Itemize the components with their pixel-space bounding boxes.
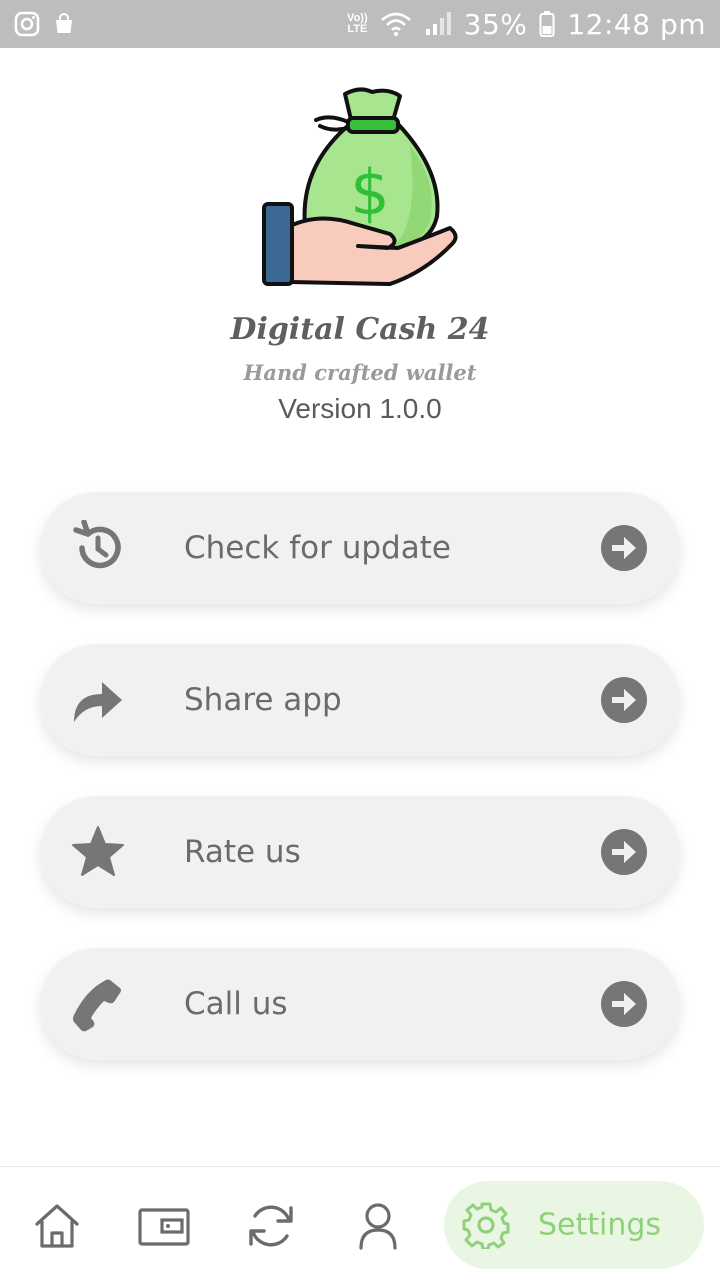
bottom-nav: Settings	[0, 1166, 720, 1280]
battery-icon	[539, 11, 555, 37]
app-subtitle: Hand crafted wallet	[243, 360, 477, 385]
menu-item-label: Check for update	[184, 530, 451, 566]
status-bar: Vo)) LTE 35% 12:48 pm	[0, 0, 720, 48]
app-title: Digital Cash 24	[230, 312, 490, 347]
status-right: Vo)) LTE 35% 12:48 pm	[347, 8, 706, 41]
money-bag-hand-logo: $	[262, 87, 458, 286]
menu-item-label: Share app	[184, 682, 342, 718]
sync-icon[interactable]	[245, 1200, 297, 1252]
menu-item-label: Call us	[184, 986, 288, 1022]
call-us-button[interactable]: Call us	[40, 948, 680, 1060]
phone-icon	[73, 979, 121, 1032]
volte-indicator: Vo)) LTE	[347, 13, 368, 35]
instagram-icon	[14, 11, 40, 37]
check-for-update-button[interactable]: Check for update	[40, 492, 680, 604]
status-left	[14, 11, 76, 37]
home-icon[interactable]	[33, 1202, 81, 1250]
arrow-right-icon	[601, 677, 647, 723]
wifi-icon	[380, 12, 411, 37]
lte-text: LTE	[347, 23, 368, 35]
arrow-right-icon	[601, 981, 647, 1027]
history-icon	[73, 520, 121, 569]
share-icon	[74, 682, 122, 722]
battery-percent: 35%	[463, 7, 528, 41]
wallet-icon[interactable]	[138, 1202, 190, 1250]
rate-us-button[interactable]: Rate us	[40, 796, 680, 908]
arrow-right-icon	[601, 525, 647, 571]
clock: 12:48 pm	[567, 7, 706, 41]
arrow-right-icon	[601, 829, 647, 875]
nav-settings-tab[interactable]: Settings	[444, 1181, 704, 1269]
profile-icon[interactable]	[354, 1202, 402, 1250]
menu-item-label: Rate us	[184, 834, 301, 870]
shopping-bag-icon	[56, 13, 72, 33]
svg-text:$: $	[350, 156, 389, 229]
star-icon	[72, 826, 124, 876]
app-version: Version 1.0.0	[278, 393, 442, 424]
signal-icon	[425, 12, 451, 35]
share-app-button[interactable]: Share app	[40, 644, 680, 756]
nav-settings-label: Settings	[538, 1207, 662, 1243]
gear-icon	[462, 1202, 510, 1249]
